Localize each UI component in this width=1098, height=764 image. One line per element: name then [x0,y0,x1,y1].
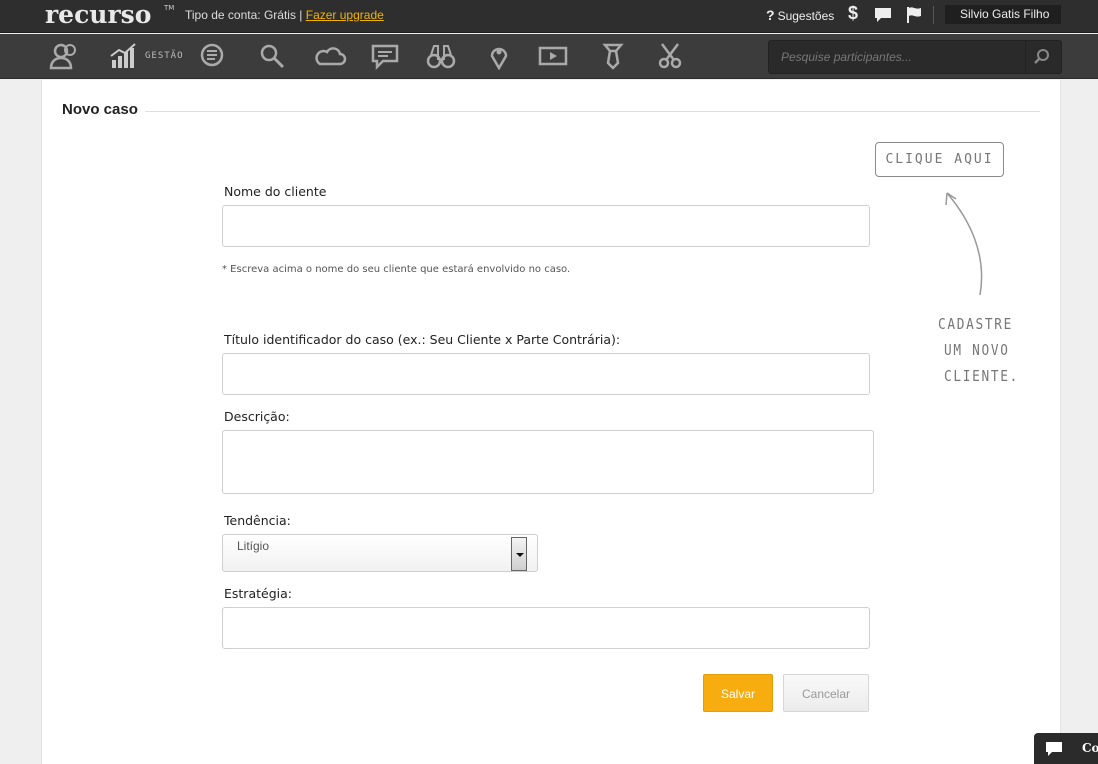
cloud-icon[interactable] [313,42,347,70]
page-title: Novo caso [62,101,138,118]
strategy-input[interactable] [222,607,870,649]
suggestions-label: Sugestões [777,9,835,23]
search-icon [1034,49,1049,64]
logo-trademark: TM [164,4,175,12]
chat-tab-label: Co [1082,741,1098,755]
hand-drawn-arrow-icon [945,192,983,296]
dollar-icon[interactable]: $ [848,3,858,24]
logo[interactable]: recurso [45,1,151,29]
add-client-button[interactable]: CLIQUE AQUI [875,142,1004,177]
people-icon[interactable] [48,42,82,70]
client-name-label: Nome do cliente [224,184,327,199]
title-divider [145,111,1040,112]
participant-search-input[interactable] [769,41,1024,73]
tendency-select[interactable]: Litígio [222,534,538,572]
binoculars-icon[interactable] [424,42,458,70]
map-pin-icon[interactable] [482,42,516,71]
question-icon: ? [766,7,775,23]
user-menu[interactable]: Silvio Gatis Filho [945,5,1061,24]
gestao-label[interactable]: GESTÃO [145,51,184,61]
save-button[interactable]: Salvar [703,674,773,712]
hint-line-1: CADASTRE [938,315,1014,333]
chat-bubble-icon[interactable] [874,7,892,27]
cancel-button[interactable]: Cancelar [783,674,869,712]
case-title-input[interactable] [222,353,870,395]
hint-line-3: CLIENTE. [944,367,1020,385]
client-name-hint: * Escreva acima o nome do seu cliente qu… [222,264,571,275]
upgrade-link[interactable]: Fazer upgrade [306,8,384,22]
hint-line-2: UM NOVO [944,341,1010,359]
account-type: Tipo de conta: Grátis | Fazer upgrade [185,8,384,22]
flag-icon[interactable] [906,6,924,28]
billing-icon[interactable] [197,42,231,70]
strategy-label: Estratégia: [224,586,292,601]
tendency-selected-value: Litígio [237,539,270,553]
scissors-icon[interactable] [653,42,687,70]
chat-icon [1046,742,1062,756]
message-icon[interactable] [368,42,402,71]
video-icon[interactable] [536,42,570,70]
account-type-label: Tipo de conta: Grátis | [185,8,303,22]
case-title-label: Título identificador do caso (ex.: Seu C… [224,332,621,347]
divider [933,6,934,24]
client-name-input[interactable] [222,205,870,247]
description-textarea[interactable] [222,430,874,494]
description-label: Descrição: [224,409,290,424]
tie-icon[interactable] [596,42,630,70]
tendency-label: Tendência: [224,513,291,528]
top-bar: recurso TM Tipo de conta: Grátis | Fazer… [0,0,1098,33]
main-panel [41,80,1061,764]
chart-icon[interactable] [108,42,142,70]
main-nav: GESTÃO [0,34,1098,79]
search-nav-icon[interactable] [256,42,290,70]
chevron-down-icon[interactable] [511,537,527,571]
chat-tab[interactable]: Co [1034,733,1098,764]
search-button[interactable] [1025,41,1061,73]
participant-search [768,40,1062,74]
